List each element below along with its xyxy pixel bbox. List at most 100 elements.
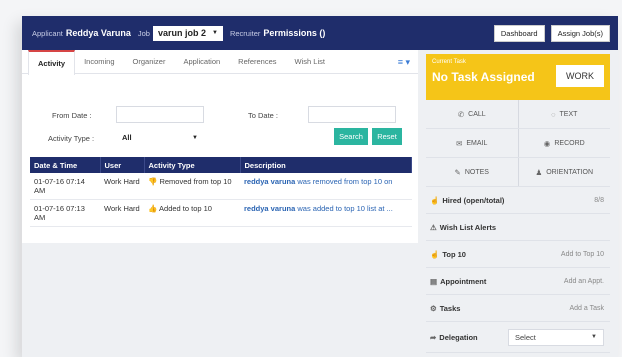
menu-icon[interactable]: ≡ ▾ [398,57,410,68]
job-select-value: varun job 2 [157,28,206,38]
row-description[interactable]: reddya varuna was removed from top 10 on [240,173,412,200]
row-description-text: was removed from top 10 on [295,177,393,186]
row-activity-type: 👍 Added to top 10 [144,199,240,227]
tab-references[interactable]: References [229,50,285,74]
wish-list-alerts-label: Wish List Alerts [439,222,497,232]
action-sidebar: Current Task No Task Assigned WORK ✆ CALL… [426,54,610,353]
tab-wish-list[interactable]: Wish List [286,50,334,74]
delegation-select-value: Select [515,332,536,342]
applicant-name: Reddya Varuna [65,28,131,38]
hired-label: Hired (open/total) [442,195,505,205]
hired-value: 8/8 [594,196,604,204]
thumbs-up-icon: ☝ [430,249,440,259]
to-date-label: To Date : [248,111,279,120]
delegation-select[interactable]: Select ▼ [508,328,604,346]
top10-label: Top 10 [442,249,466,259]
call-label: CALL [468,110,486,118]
share-icon: ➦ [430,332,437,342]
column-header-user[interactable]: User [100,157,145,173]
recruiter-value: Permissions () [263,28,326,38]
thumbs-up-icon: ☝ [430,195,440,205]
work-button[interactable]: WORK [556,65,604,87]
tab-application[interactable]: Application [174,50,229,74]
column-header-activity-type[interactable]: Activity Type [144,157,241,173]
calendar-icon: ▤ [430,276,438,286]
current-task-title: No Task Assigned [432,70,535,84]
notes-label: NOTES [464,168,489,176]
delegation-row: ➦ Delegation Select ▼ [426,322,610,353]
record-icon: ◉ [543,138,551,148]
appointment-row: ▤ Appointment Add an Appt. [426,268,610,295]
add-appointment-link[interactable]: Add an Appt. [564,278,604,285]
row-description-user[interactable]: reddya varuna [244,177,295,186]
caret-down-icon: ▼ [591,334,597,340]
reset-button[interactable]: Reset [372,128,402,145]
wish-list-alerts-row[interactable]: ⚠ Wish List Alerts [426,214,610,241]
record-button[interactable]: ◉ RECORD [517,129,611,157]
appointment-label: Appointment [440,276,487,286]
from-date-label: From Date : [52,111,92,120]
activity-panel: Activity Incoming Organizer Application … [22,49,418,243]
row-date: 01-07-16 07:14 AM [30,173,100,200]
tab-organizer[interactable]: Organizer [124,50,175,74]
chat-icon: ◌ [551,109,556,119]
action-row-1: ✆ CALL ◌ TEXT [426,100,610,129]
row-description[interactable]: reddya varuna was added to top 10 list a… [240,199,412,227]
add-task-link[interactable]: Add a Task [569,305,604,312]
thumbs-down-icon: 👎 [148,177,158,186]
text-button[interactable]: ◌ TEXT [517,100,611,128]
email-button[interactable]: ✉ EMAIL [426,129,518,157]
tab-activity[interactable]: Activity [28,49,76,75]
add-to-top10-link[interactable]: Add to Top 10 [561,251,604,258]
table-row: 01-07-16 07:13 AM Work Hard 👍 Added to t… [30,199,412,227]
row-activity-type-text: Removed from top 10 [159,177,232,186]
row-activity-type: 👎 Removed from top 10 [144,173,240,200]
caret-down-icon: ▼ [212,30,218,36]
activity-type-value: All [122,133,132,142]
current-task-label: Current Task [432,59,466,65]
person-icon: ♟ [535,167,543,177]
warning-icon: ⚠ [430,222,437,232]
to-date-input[interactable] [308,106,396,123]
row-description-text: was added to top 10 list at ... [295,204,393,213]
thumbs-up-icon: 👍 [148,204,158,213]
column-header-description[interactable]: Description [240,157,412,173]
gear-icon: ⚙ [430,303,437,313]
from-date-input[interactable] [116,106,204,123]
row-description-user[interactable]: reddya varuna [244,204,295,213]
envelope-icon: ✉ [456,138,463,148]
search-button[interactable]: Search [334,128,368,145]
email-label: EMAIL [466,139,488,147]
current-task-card: Current Task No Task Assigned WORK [426,54,610,100]
activity-type-select[interactable]: All ▼ [116,130,204,145]
row-activity-type-text: Added to top 10 [159,204,212,213]
row-user: Work Hard [100,173,144,200]
activity-table: Date & Time User Activity Type Descripti… [30,157,412,227]
job-select[interactable]: varun job 2 ▼ [152,25,223,41]
top-bar: Applicant Reddya Varuna Job varun job 2 … [22,16,618,50]
action-row-2: ✉ EMAIL ◉ RECORD [426,129,610,158]
job-label: Job [137,28,150,38]
activity-type-label: Activity Type : [48,134,95,143]
column-header-date[interactable]: Date & Time [30,157,101,173]
hired-row[interactable]: ☝ Hired (open/total) 8/8 [426,187,610,214]
caret-down-icon: ▼ [192,134,198,141]
recruiter-label: Recruiter [229,28,261,38]
orientation-label: ORIENTATION [546,168,594,176]
dashboard-button[interactable]: Dashboard [493,24,545,42]
tab-bar: Activity Incoming Organizer Application … [22,49,418,75]
delegation-label: Delegation [439,332,478,342]
record-label: RECORD [554,139,585,147]
tab-incoming[interactable]: Incoming [75,50,123,74]
row-user: Work Hard [100,199,144,227]
call-button[interactable]: ✆ CALL [426,100,518,128]
top10-row: ☝ Top 10 Add to Top 10 [426,241,610,268]
action-row-3: ✎ NOTES ♟ ORIENTATION [426,158,610,187]
text-label: TEXT [559,110,578,118]
applicant-label: Applicant [32,28,63,38]
notes-button[interactable]: ✎ NOTES [426,158,518,186]
orientation-button[interactable]: ♟ ORIENTATION [517,158,611,186]
assign-jobs-button[interactable]: Assign Job(s) [550,24,610,42]
row-date: 01-07-16 07:13 AM [30,199,100,227]
tasks-row: ⚙ Tasks Add a Task [426,295,610,322]
